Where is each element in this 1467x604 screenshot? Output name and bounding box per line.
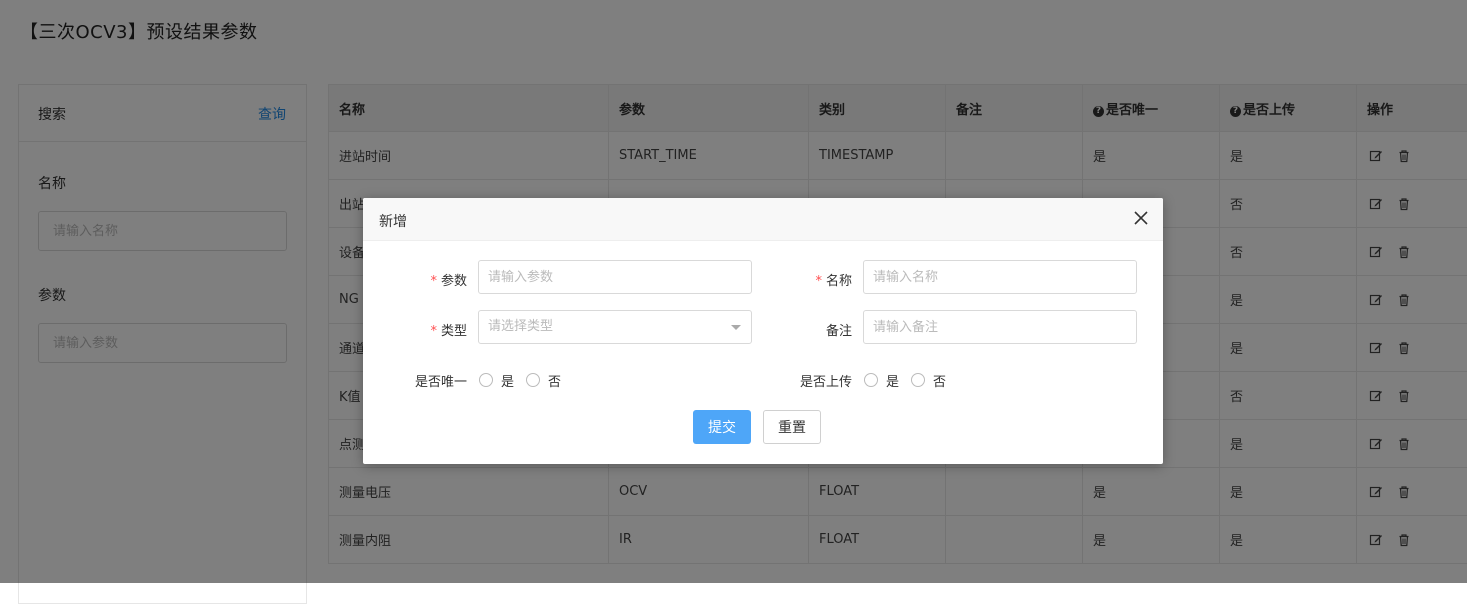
reset-button[interactable]: 重置	[763, 410, 821, 444]
param-input[interactable]	[478, 260, 752, 294]
upload-field-label: 是否上传	[788, 371, 852, 390]
add-dialog: 新增 *参数 *名称 *类型 请选择类型 备注 是否唯一 是 否 是否上传 是 …	[363, 198, 1163, 464]
type-select[interactable]: 请选择类型	[478, 310, 752, 344]
unique-yes-label[interactable]: 是	[501, 371, 514, 390]
remark-input[interactable]	[863, 310, 1137, 344]
unique-no-label[interactable]: 否	[548, 371, 561, 390]
chevron-down-icon	[731, 325, 741, 330]
unique-no-radio[interactable]	[526, 373, 540, 387]
param-field-label: *参数	[423, 270, 467, 289]
upload-yes-label[interactable]: 是	[886, 371, 899, 390]
dialog-title: 新增	[379, 211, 407, 231]
unique-yes-radio[interactable]	[479, 373, 493, 387]
type-select-placeholder: 请选择类型	[488, 319, 553, 334]
upload-yes-radio[interactable]	[864, 373, 878, 387]
upload-no-radio[interactable]	[911, 373, 925, 387]
name-field-label: *名称	[808, 270, 852, 289]
name-input[interactable]	[863, 260, 1137, 294]
type-field-label: *类型	[423, 320, 467, 339]
dialog-header: 新增	[363, 198, 1163, 241]
remark-field-label: 备注	[808, 320, 852, 339]
submit-button[interactable]: 提交	[693, 410, 751, 444]
unique-field-label: 是否唯一	[403, 371, 467, 390]
close-icon[interactable]	[1133, 210, 1149, 226]
upload-no-label[interactable]: 否	[933, 371, 946, 390]
